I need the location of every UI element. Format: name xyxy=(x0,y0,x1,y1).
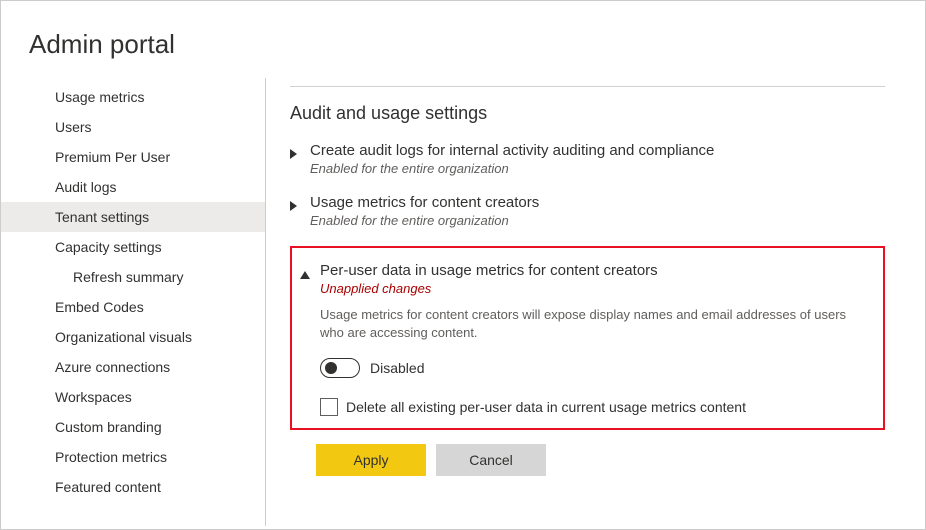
sidebar-item-users[interactable]: Users xyxy=(1,112,265,142)
setting-status: Enabled for the entire organization xyxy=(310,213,539,228)
section-title: Audit and usage settings xyxy=(290,103,885,124)
sidebar-item-protection-metrics[interactable]: Protection metrics xyxy=(1,442,265,472)
delete-data-checkbox[interactable] xyxy=(320,398,338,416)
toggle-knob xyxy=(325,362,337,374)
enable-toggle[interactable] xyxy=(320,358,360,378)
sidebar-item-azure-connections[interactable]: Azure connections xyxy=(1,352,265,382)
sidebar-item-organizational-visuals[interactable]: Organizational visuals xyxy=(1,322,265,352)
setting-usage-metrics-creators[interactable]: Usage metrics for content creators Enabl… xyxy=(290,194,885,228)
setting-per-user-data-highlight: Per-user data in usage metrics for conte… xyxy=(290,246,885,430)
sidebar-item-capacity-settings[interactable]: Capacity settings xyxy=(1,232,265,262)
sidebar-item-premium-per-user[interactable]: Premium Per User xyxy=(1,142,265,172)
setting-title: Per-user data in usage metrics for conte… xyxy=(320,262,871,279)
setting-audit-logs[interactable]: Create audit logs for internal activity … xyxy=(290,142,885,176)
sidebar-item-refresh-summary[interactable]: Refresh summary xyxy=(1,262,265,292)
sidebar-item-workspaces[interactable]: Workspaces xyxy=(1,382,265,412)
cancel-button[interactable]: Cancel xyxy=(436,444,546,476)
unapplied-badge: Unapplied changes xyxy=(320,281,871,296)
setting-status: Enabled for the entire organization xyxy=(310,161,714,176)
sidebar-item-usage-metrics[interactable]: Usage metrics xyxy=(1,82,265,112)
setting-description: Usage metrics for content creators will … xyxy=(320,306,871,342)
sidebar-item-audit-logs[interactable]: Audit logs xyxy=(1,172,265,202)
checkbox-row: Delete all existing per-user data in cur… xyxy=(320,398,871,416)
sidebar-item-featured-content[interactable]: Featured content xyxy=(1,472,265,502)
checkbox-label: Delete all existing per-user data in cur… xyxy=(346,399,746,415)
toggle-row: Disabled xyxy=(320,358,871,378)
sidebar-item-tenant-settings[interactable]: Tenant settings xyxy=(1,202,265,232)
page-title: Admin portal xyxy=(1,1,925,78)
divider xyxy=(290,86,885,87)
main-content: Audit and usage settings Create audit lo… xyxy=(266,78,925,526)
chevron-down-icon[interactable] xyxy=(300,266,310,416)
toggle-label: Disabled xyxy=(370,360,424,376)
sidebar-item-embed-codes[interactable]: Embed Codes xyxy=(1,292,265,322)
chevron-right-icon xyxy=(290,198,300,216)
setting-title: Create audit logs for internal activity … xyxy=(310,142,714,159)
sidebar: Usage metrics Users Premium Per User Aud… xyxy=(1,78,266,526)
apply-button[interactable]: Apply xyxy=(316,444,426,476)
setting-title: Usage metrics for content creators xyxy=(310,194,539,211)
sidebar-item-custom-branding[interactable]: Custom branding xyxy=(1,412,265,442)
button-row: Apply Cancel xyxy=(316,444,885,476)
layout: Usage metrics Users Premium Per User Aud… xyxy=(1,78,925,526)
chevron-right-icon xyxy=(290,146,300,164)
